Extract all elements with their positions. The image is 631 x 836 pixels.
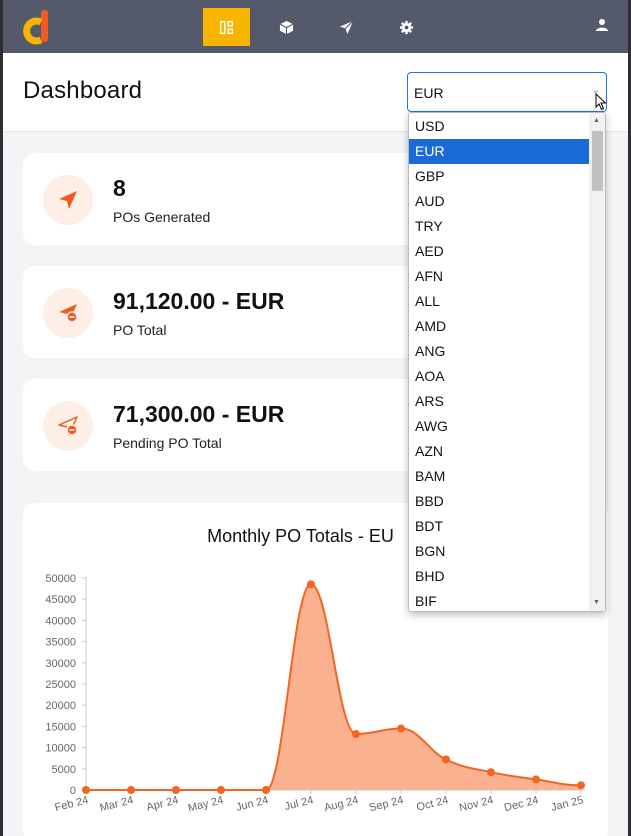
stat-label: Pending PO Total	[113, 435, 222, 451]
stat-label: POs Generated	[113, 209, 211, 225]
scroll-up-arrow-icon[interactable]: ▲	[593, 117, 600, 124]
page-title: Dashboard	[23, 77, 143, 104]
x-tick-label: Mar 24	[99, 794, 135, 814]
nav-products-button[interactable]	[263, 8, 310, 46]
nav-settings-button[interactable]	[383, 8, 430, 46]
stat-value: 91,120.00 - EUR	[113, 288, 285, 314]
data-point[interactable]	[127, 786, 135, 794]
currency-option[interactable]: USD	[409, 114, 590, 139]
currency-options: USD EUR GBP AUD TRY AED AFN ALL AMD ANG AOA ARS AWG A…	[409, 114, 590, 611]
currency-option[interactable]: BBD	[409, 489, 590, 514]
scroll-down-arrow-icon[interactable]: ▼	[593, 599, 600, 606]
top-nav-bar	[3, 0, 628, 53]
paper-plane-minus-icon	[43, 288, 93, 338]
currency-option[interactable]: ANG	[409, 339, 590, 364]
currency-option[interactable]: EUR	[409, 139, 590, 164]
currency-option[interactable]: AED	[409, 239, 590, 264]
y-tick-label: 20000	[45, 700, 76, 712]
currency-option[interactable]: AWG	[409, 414, 590, 439]
currency-option[interactable]: BHD	[409, 564, 590, 589]
series-area	[86, 584, 581, 790]
currency-dropdown-list[interactable]: USD EUR GBP AUD TRY AED AFN ALL AMD ANG AOA ARS AWG A…	[408, 112, 606, 612]
y-tick-label: 25000	[45, 679, 76, 691]
y-tick-label: 50000	[45, 573, 76, 585]
x-tick-label: Aug 24	[323, 794, 360, 814]
x-tick-label: May 24	[187, 794, 225, 814]
dashboard-icon	[219, 20, 234, 34]
stat-value: 8	[113, 175, 126, 201]
y-tick-label: 40000	[45, 615, 76, 627]
currency-select[interactable]: EUR ⌄	[407, 72, 607, 112]
data-point[interactable]	[262, 786, 270, 794]
gear-icon	[399, 20, 414, 34]
y-tick-label: 15000	[45, 721, 76, 733]
data-point[interactable]	[487, 768, 495, 777]
data-point[interactable]	[217, 786, 225, 794]
data-point[interactable]	[397, 724, 405, 733]
data-point[interactable]	[307, 580, 315, 589]
paper-plane-icon	[43, 175, 93, 225]
currency-option[interactable]: ALL	[409, 289, 590, 314]
send-icon	[339, 20, 354, 34]
currency-option[interactable]: AMD	[409, 314, 590, 339]
currency-option[interactable]: BIF	[409, 589, 590, 611]
mouse-cursor-icon	[595, 93, 607, 111]
y-tick-label: 0	[70, 785, 76, 797]
scrollbar-thumb[interactable]	[592, 131, 603, 191]
currency-option[interactable]: BGN	[409, 539, 590, 564]
y-tick-label: 5000	[52, 764, 76, 776]
data-point[interactable]	[532, 775, 540, 784]
app-frame: Dashboard EUR ⌄ 8 POs Generated 91,120.0…	[3, 0, 628, 836]
currency-option[interactable]: AFN	[409, 264, 590, 289]
stat-value: 71,300.00 - EUR	[113, 401, 285, 427]
dropdown-scrollbar[interactable]: ▲ ▼	[589, 113, 605, 611]
x-tick-label: Apr 24	[145, 794, 179, 813]
y-tick-label: 35000	[45, 637, 76, 649]
x-tick-label: Sep 24	[368, 794, 405, 814]
nav-dashboard-button[interactable]	[203, 8, 250, 46]
box-icon	[279, 20, 294, 34]
user-icon[interactable]	[594, 17, 610, 33]
stat-label: PO Total	[113, 322, 167, 338]
paper-plane-outline-minus-icon	[43, 401, 93, 451]
currency-select-value: EUR	[414, 85, 444, 101]
x-tick-label: Jun 24	[235, 794, 270, 814]
currency-option[interactable]: BDT	[409, 514, 590, 539]
currency-option[interactable]: AZN	[409, 439, 590, 464]
x-tick-label: Oct 24	[415, 794, 449, 813]
y-tick-label: 45000	[45, 594, 76, 606]
currency-option[interactable]: AUD	[409, 189, 590, 214]
y-tick-label: 10000	[45, 743, 76, 755]
data-point[interactable]	[82, 786, 90, 794]
x-tick-label: Jul 24	[283, 794, 314, 813]
data-point[interactable]	[172, 786, 180, 794]
data-point[interactable]	[577, 781, 585, 790]
brand-logo[interactable]	[21, 9, 53, 45]
y-tick-label: 30000	[45, 658, 76, 670]
nav-purchase-orders-button[interactable]	[323, 8, 370, 46]
x-tick-label: Dec 24	[503, 794, 540, 814]
x-tick-label: Feb 24	[54, 794, 90, 814]
currency-option[interactable]: TRY	[409, 214, 590, 239]
currency-option[interactable]: BAM	[409, 464, 590, 489]
data-point[interactable]	[442, 755, 450, 764]
x-tick-label: Jan 25	[550, 794, 585, 814]
currency-option[interactable]: GBP	[409, 164, 590, 189]
data-point[interactable]	[352, 730, 360, 739]
x-tick-label: Nov 24	[458, 794, 495, 814]
currency-option[interactable]: AOA	[409, 364, 590, 389]
currency-option[interactable]: ARS	[409, 389, 590, 414]
